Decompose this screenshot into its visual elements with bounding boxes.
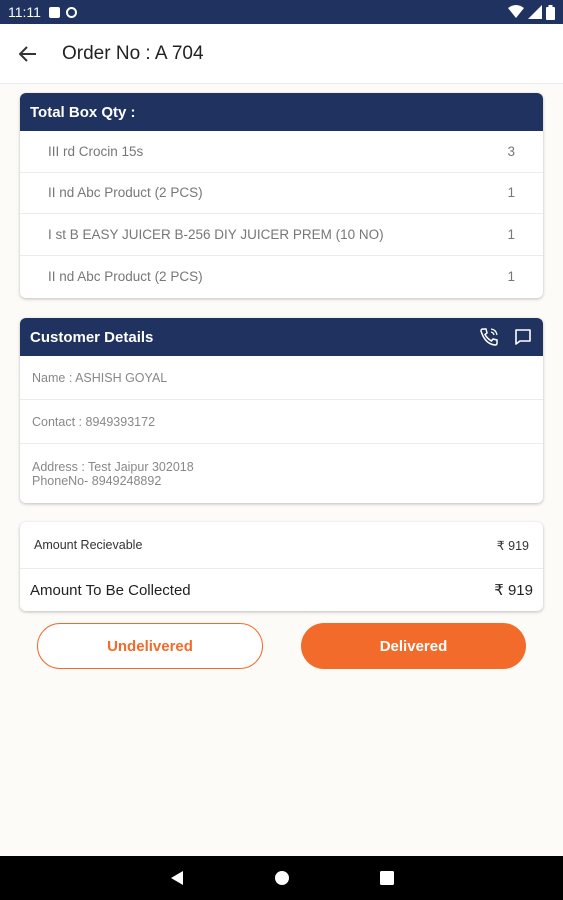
arrow-left-icon	[19, 45, 36, 62]
amount-collect-row: Amount To Be Collected ₹ 919	[20, 569, 543, 611]
customer-address-row: Address : Test Jaipur 302018 PhoneNo- 89…	[20, 444, 543, 503]
box-item-row: II nd Abc Product (2 PCS) 1	[20, 173, 543, 214]
status-right-icons	[508, 4, 555, 20]
status-bar: 11:11	[0, 0, 563, 24]
box-item-qty: 3	[507, 143, 515, 159]
box-item-row: III rd Crocin 15s 3	[20, 131, 543, 173]
box-item-qty: 1	[507, 185, 515, 201]
message-icon[interactable]	[513, 327, 533, 347]
nav-home-icon[interactable]	[274, 870, 290, 886]
amount-collect-value: ₹ 919	[494, 582, 533, 599]
box-item-name: III rd Crocin 15s	[48, 143, 144, 159]
amount-receivable-value: ₹ 919	[496, 538, 529, 553]
box-item-qty: 1	[507, 226, 515, 242]
customer-card: Customer Details Name : ASHISH GOYAL Con…	[20, 318, 543, 503]
amount-receivable-row: Amount Recievable ₹ 919	[20, 522, 543, 569]
customer-title: Customer Details	[30, 328, 154, 346]
box-item-name: II nd Abc Product (2 PCS)	[48, 185, 203, 201]
delivered-button[interactable]: Delivered	[301, 623, 526, 669]
status-time: 11:11	[8, 4, 41, 20]
amount-card: Amount Recievable ₹ 919 Amount To Be Col…	[20, 522, 543, 611]
customer-contact: Contact : 8949393172	[32, 414, 156, 429]
box-qty-header: Total Box Qty :	[20, 93, 543, 131]
box-item-name: I st B EASY JUICER B-256 DIY JUICER PREM…	[48, 226, 384, 242]
customer-name: Name : ASHISH GOYAL	[32, 370, 168, 385]
amount-receivable-label: Amount Recievable	[34, 538, 143, 552]
customer-actions	[479, 327, 533, 347]
back-button[interactable]	[0, 24, 56, 84]
signal-icon	[528, 5, 542, 19]
nav-back-icon[interactable]	[170, 870, 184, 886]
system-nav-bar	[0, 856, 563, 900]
box-qty-card: Total Box Qty : III rd Crocin 15s 3 II n…	[20, 93, 543, 298]
customer-contact-row: Contact : 8949393172	[20, 400, 543, 444]
battery-icon	[546, 4, 555, 20]
wifi-icon	[508, 5, 524, 18]
box-item-list: III rd Crocin 15s 3 II nd Abc Product (2…	[20, 131, 543, 297]
customer-phone: PhoneNo- 8949248892	[32, 473, 162, 488]
box-qty-title: Total Box Qty :	[30, 103, 136, 121]
box-item-qty: 1	[507, 268, 515, 284]
customer-name-row: Name : ASHISH GOYAL	[20, 356, 543, 400]
customer-address: Address : Test Jaipur 302018	[32, 459, 194, 474]
phone-call-icon[interactable]	[479, 327, 499, 347]
box-item-name: II nd Abc Product (2 PCS)	[48, 268, 203, 284]
box-item-row: II nd Abc Product (2 PCS) 1	[20, 256, 543, 298]
box-item-row: I st B EASY JUICER B-256 DIY JUICER PREM…	[20, 214, 543, 256]
amount-collect-label: Amount To Be Collected	[30, 581, 191, 599]
nav-recents-icon[interactable]	[379, 871, 394, 885]
page-title: Order No : A 704	[62, 42, 204, 64]
customer-header: Customer Details	[20, 318, 543, 356]
undelivered-button[interactable]: Undelivered	[37, 623, 263, 669]
sd-card-icon	[48, 6, 60, 18]
app-bar: Order No : A 704	[0, 24, 563, 84]
sync-icon	[65, 6, 77, 18]
